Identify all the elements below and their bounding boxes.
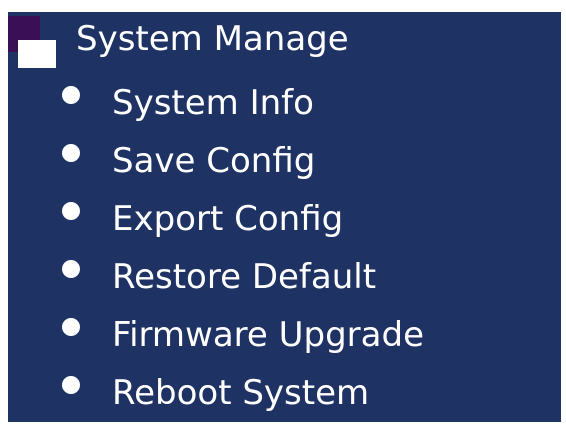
menu-item-label: Export Config <box>112 199 344 239</box>
menu-item-label: Firmware Upgrade <box>112 315 424 355</box>
bullet-icon <box>62 86 80 104</box>
menu-item-firmware-upgrade[interactable]: Firmware Upgrade <box>8 306 561 362</box>
menu-header-label: System Manage <box>76 19 349 59</box>
bullet-icon <box>62 202 80 220</box>
menu-item-export-config[interactable]: Export Config <box>8 190 561 246</box>
menu-item-label: Restore Default <box>112 257 377 297</box>
folder-open-icon <box>8 12 58 72</box>
menu-header-system-manage[interactable]: System Manage <box>8 12 561 72</box>
system-manage-menu: System Manage System Info Save Config Ex… <box>8 12 561 422</box>
bullet-icon <box>62 144 80 162</box>
bullet-icon <box>62 376 80 394</box>
menu-item-label: Save Config <box>112 141 316 181</box>
menu-item-system-info[interactable]: System Info <box>8 74 561 130</box>
menu-item-save-config[interactable]: Save Config <box>8 132 561 188</box>
bullet-icon <box>62 260 80 278</box>
menu-item-restore-default[interactable]: Restore Default <box>8 248 561 304</box>
bullet-icon <box>62 318 80 336</box>
menu-item-label: System Info <box>112 83 314 123</box>
menu-item-reboot-system[interactable]: Reboot System <box>8 364 561 420</box>
menu-item-label: Reboot System <box>112 373 370 413</box>
